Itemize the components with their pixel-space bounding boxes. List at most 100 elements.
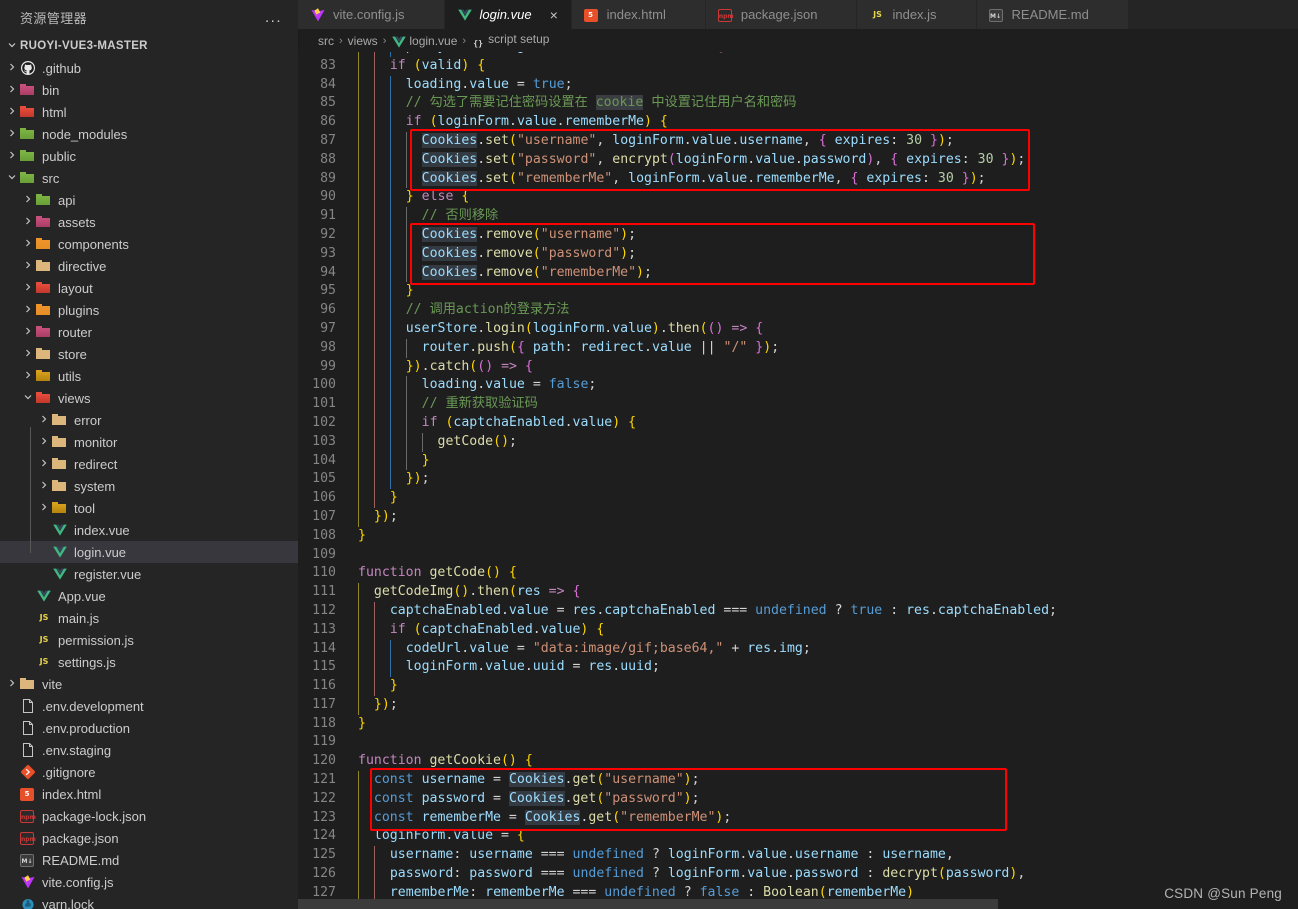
code-line[interactable]: 93 Cookies.remove("password");	[298, 244, 1298, 264]
code-line[interactable]: 116 }	[298, 677, 1298, 696]
tree-item-settings-js[interactable]: JS settings.js	[0, 651, 298, 673]
code-line[interactable]: 122 const password = Cookies.get("passwo…	[298, 789, 1298, 809]
horizontal-scrollbar-thumb[interactable]	[298, 899, 998, 909]
code-line[interactable]: 91 // 否则移除	[298, 207, 1298, 226]
code-line[interactable]: 96 // 调用action的登录方法	[298, 301, 1298, 320]
chevron-right-icon[interactable]	[20, 299, 36, 321]
tree-item-readme-md[interactable]: M↓ README.md	[0, 849, 298, 871]
chevron-right-icon[interactable]	[20, 321, 36, 343]
chevron-right-icon[interactable]	[36, 497, 52, 519]
code-line[interactable]: 115 loginForm.value.uuid = res.uuid;	[298, 658, 1298, 678]
tree-item-index-html[interactable]: 5 index.html	[0, 783, 298, 805]
code-line[interactable]: 84 loading.value = true;	[298, 75, 1298, 95]
chevron-right-icon[interactable]	[36, 453, 52, 475]
tree-item-public[interactable]: public	[0, 145, 298, 167]
tree-item-main-js[interactable]: JS main.js	[0, 607, 298, 629]
tree-item-yarn-lock[interactable]: yarn.lock	[0, 893, 298, 909]
tree-item-redirect[interactable]: redirect	[0, 453, 298, 475]
horizontal-scrollbar[interactable]	[298, 899, 1298, 909]
code-line[interactable]: 109	[298, 546, 1298, 565]
tree-item-api[interactable]: api	[0, 189, 298, 211]
tree-item-error[interactable]: error	[0, 409, 298, 431]
tree-item-components[interactable]: components	[0, 233, 298, 255]
editor-tab-package-json[interactable]: npmpackage.json×	[705, 0, 858, 29]
editor-tab-index-html[interactable]: 5index.html×	[571, 0, 706, 29]
code-line[interactable]: 88 Cookies.set("password", encrypt(login…	[298, 150, 1298, 170]
tree-item-directive[interactable]: directive	[0, 255, 298, 277]
code-line[interactable]: 124 loginForm.value = {	[298, 827, 1298, 847]
chevron-right-icon[interactable]	[4, 101, 20, 123]
breadcrumb-item-login-vue[interactable]: login.vue	[391, 34, 457, 48]
chevron-right-icon[interactable]	[4, 145, 20, 167]
tree-item--env-staging[interactable]: .env.staging	[0, 739, 298, 761]
code-line[interactable]: 113 if (captchaEnabled.value) {	[298, 620, 1298, 640]
tree-item-store[interactable]: store	[0, 343, 298, 365]
code-line[interactable]: 103 getCode();	[298, 432, 1298, 452]
code-line[interactable]: 110 function getCode() {	[298, 564, 1298, 583]
breadcrumb-item-script-setup[interactable]: {} script setup	[471, 32, 549, 50]
tree-item-views[interactable]: views	[0, 387, 298, 409]
file-tree[interactable]: .github bin html node_modules public src api as…	[0, 57, 298, 909]
code-line[interactable]: 86 if (loginForm.value.rememberMe) {	[298, 113, 1298, 132]
editor-tab-index-js[interactable]: JSindex.js×	[857, 0, 977, 29]
tree-item-utils[interactable]: utils	[0, 365, 298, 387]
code-line[interactable]: 126 password: password === undefined ? l…	[298, 865, 1298, 884]
breadcrumb[interactable]: src › views › login.vue › {} script setup	[298, 29, 1298, 52]
chevron-down-icon[interactable]	[20, 387, 36, 409]
code-line[interactable]: 106 }	[298, 489, 1298, 508]
chevron-right-icon[interactable]	[4, 673, 20, 695]
code-line[interactable]: 112 captchaEnabled.value = res.captchaEn…	[298, 601, 1298, 621]
chevron-right-icon[interactable]	[20, 233, 36, 255]
chevron-down-icon[interactable]	[4, 167, 20, 189]
tree-item-system[interactable]: system	[0, 475, 298, 497]
tree-item-html[interactable]: html	[0, 101, 298, 123]
tree-item-login-vue[interactable]: login.vue	[0, 541, 298, 563]
editor-tab-vite-config-js[interactable]: vite.config.js×	[298, 0, 445, 29]
code-line[interactable]: 101 // 重新获取验证码	[298, 395, 1298, 414]
tree-item-vite-config-js[interactable]: vite.config.js	[0, 871, 298, 893]
breadcrumb-item-src[interactable]: src	[318, 34, 334, 48]
tree-item-router[interactable]: router	[0, 321, 298, 343]
code-editor[interactable]: 82 proxy.$refs.loginRef.validate(valid =…	[298, 52, 1298, 909]
tree-item-tool[interactable]: tool	[0, 497, 298, 519]
code-line[interactable]: 121 const username = Cookies.get("userna…	[298, 771, 1298, 790]
code-line[interactable]: 114 codeUrl.value = "data:image/gif;base…	[298, 639, 1298, 659]
code-line[interactable]: 123 const rememberMe = Cookies.get("reme…	[298, 808, 1298, 828]
code-line[interactable]: 118}	[298, 715, 1298, 734]
code-line[interactable]: 99 }).catch(() => {	[298, 357, 1298, 377]
explorer-root-folder[interactable]: RUOYI-VUE3-MASTER	[0, 35, 298, 57]
tree-item-app-vue[interactable]: App.vue	[0, 585, 298, 607]
chevron-right-icon[interactable]	[4, 57, 20, 79]
code-line[interactable]: 102 if (captchaEnabled.value) {	[298, 413, 1298, 433]
code-line[interactable]: 119	[298, 733, 1298, 752]
tree-item-bin[interactable]: bin	[0, 79, 298, 101]
chevron-right-icon[interactable]	[4, 123, 20, 145]
chevron-right-icon[interactable]	[36, 431, 52, 453]
code-line[interactable]: 98 router.push({ path: redirect.value ||…	[298, 338, 1298, 358]
code-line[interactable]: 94 Cookies.remove("rememberMe");	[298, 263, 1298, 283]
tree-item--env-production[interactable]: .env.production	[0, 717, 298, 739]
breadcrumb-item-views[interactable]: views	[348, 34, 378, 48]
tree-item-layout[interactable]: layout	[0, 277, 298, 299]
code-line[interactable]: 89 Cookies.set("rememberMe", loginForm.v…	[298, 169, 1298, 189]
code-line[interactable]: 120 function getCookie() {	[298, 752, 1298, 771]
code-line[interactable]: 125 username: username === undefined ? l…	[298, 846, 1298, 866]
code-line[interactable]: 107 });	[298, 507, 1298, 527]
tree-item-permission-js[interactable]: JS permission.js	[0, 629, 298, 651]
editor-tab-bar[interactable]: vite.config.js×login.vue × 5 index.html × npm…	[298, 0, 1298, 29]
chevron-right-icon[interactable]	[4, 79, 20, 101]
code-line[interactable]: 83 if (valid) {	[298, 56, 1298, 76]
tree-item--gitignore[interactable]: .gitignore	[0, 761, 298, 783]
chevron-right-icon[interactable]	[36, 475, 52, 497]
tree-item-index-vue[interactable]: index.vue	[0, 519, 298, 541]
tree-item-register-vue[interactable]: register.vue	[0, 563, 298, 585]
tree-item--env-development[interactable]: .env.development	[0, 695, 298, 717]
tree-item-src[interactable]: src	[0, 167, 298, 189]
editor-tab-readme-md[interactable]: M↓README.md×	[976, 0, 1129, 29]
close-icon[interactable]: ×	[547, 8, 561, 22]
code-line[interactable]: 111 getCodeImg().then(res => {	[298, 583, 1298, 602]
code-line[interactable]: 87 Cookies.set("username", loginForm.val…	[298, 131, 1298, 151]
code-line[interactable]: 85 // 勾选了需要记住密码设置在 cookie 中设置记住用户名和密码	[298, 94, 1298, 114]
code-line[interactable]: 90 } else {	[298, 188, 1298, 208]
code-line[interactable]: 100 loading.value = false;	[298, 376, 1298, 396]
